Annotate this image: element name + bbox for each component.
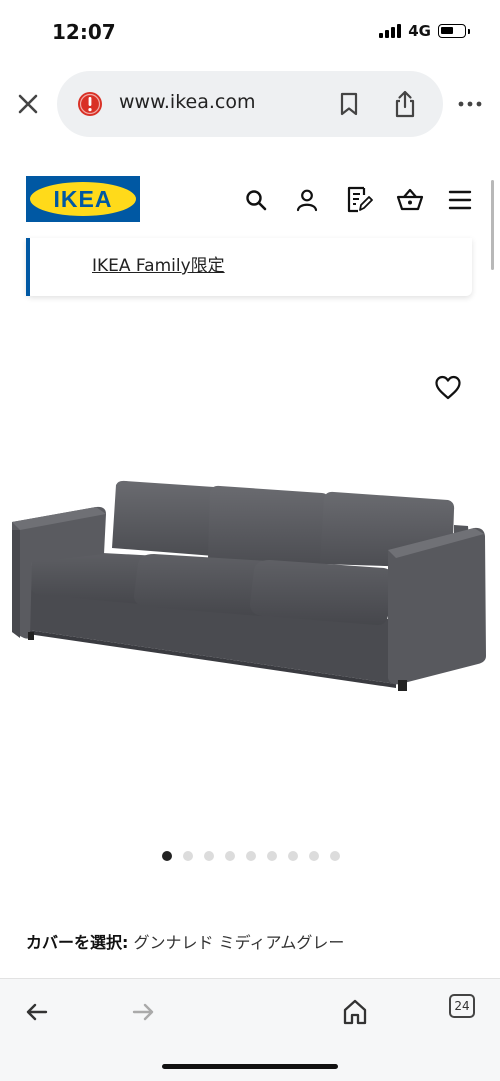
menu-icon[interactable] bbox=[448, 189, 472, 211]
product-image-sofa[interactable] bbox=[8, 470, 492, 700]
carousel-dot[interactable] bbox=[204, 851, 214, 861]
account-icon[interactable] bbox=[294, 187, 320, 213]
tabs-count-button[interactable]: 24 bbox=[449, 994, 475, 1018]
cover-selection[interactable]: カバーを選択: グンナレド ミディアムグレー bbox=[26, 929, 344, 953]
carousel-dot[interactable] bbox=[288, 851, 298, 861]
family-offer-card[interactable]: IKEA Family限定 bbox=[26, 238, 472, 296]
address-bar[interactable]: www.ikea.com bbox=[57, 71, 443, 137]
back-arrow-icon[interactable] bbox=[22, 997, 52, 1027]
status-bar: 12:07 4G bbox=[0, 0, 500, 62]
cover-label: カバーを選択: bbox=[26, 933, 129, 952]
carousel-dot[interactable] bbox=[225, 851, 235, 861]
share-button[interactable] bbox=[391, 89, 419, 119]
carousel-dot[interactable] bbox=[183, 851, 193, 861]
network-type: 4G bbox=[408, 22, 431, 40]
carousel-dot[interactable] bbox=[309, 851, 319, 861]
home-icon[interactable] bbox=[340, 997, 370, 1027]
logo-text: IKEA bbox=[54, 186, 113, 212]
close-tab-button[interactable] bbox=[14, 90, 42, 118]
bookmark-button[interactable] bbox=[337, 91, 361, 117]
status-indicators: 4G bbox=[379, 22, 470, 40]
security-warning-icon[interactable] bbox=[77, 91, 103, 117]
carousel-dot[interactable] bbox=[246, 851, 256, 861]
basket-icon[interactable] bbox=[396, 187, 424, 213]
search-icon[interactable] bbox=[244, 188, 268, 212]
cover-value: グンナレド ミディアムグレー bbox=[133, 933, 345, 952]
card-accent-bar bbox=[26, 238, 30, 296]
image-carousel-dots[interactable] bbox=[162, 851, 340, 861]
carousel-dot[interactable] bbox=[330, 851, 340, 861]
battery-icon bbox=[438, 24, 470, 38]
ikea-logo[interactable]: IKEA bbox=[26, 176, 140, 222]
carousel-dot[interactable] bbox=[162, 851, 172, 861]
family-offer-link[interactable]: IKEA Family限定 bbox=[92, 251, 225, 276]
forward-arrow-icon[interactable] bbox=[128, 997, 158, 1027]
favorite-heart-icon[interactable] bbox=[434, 374, 462, 402]
scrollbar[interactable] bbox=[491, 180, 494, 270]
home-indicator[interactable] bbox=[162, 1064, 338, 1069]
more-options-button[interactable] bbox=[456, 92, 484, 116]
shopping-list-icon[interactable] bbox=[345, 185, 373, 215]
status-time: 12:07 bbox=[52, 20, 116, 44]
url-text[interactable]: www.ikea.com bbox=[119, 91, 255, 113]
carousel-dot[interactable] bbox=[267, 851, 277, 861]
signal-icon bbox=[379, 24, 402, 38]
